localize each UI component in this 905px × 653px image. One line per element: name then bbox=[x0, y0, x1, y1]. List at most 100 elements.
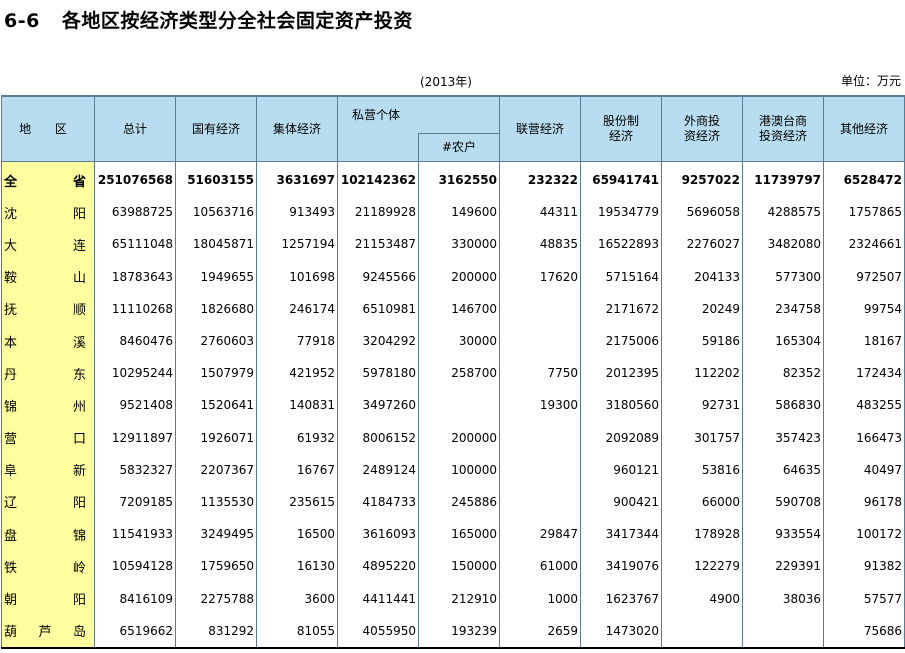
value-cell: 2489124 bbox=[337, 453, 419, 486]
value-cell: 92731 bbox=[661, 389, 743, 422]
value-cell: 5715164 bbox=[580, 260, 662, 293]
value-cell: 4900 bbox=[661, 582, 743, 615]
value-cell: 61932 bbox=[256, 421, 338, 454]
header-region: 地 区 bbox=[1, 95, 95, 162]
value-cell: 258700 bbox=[417, 357, 500, 390]
value-cell: 590708 bbox=[742, 485, 824, 519]
value-cell bbox=[742, 614, 824, 649]
region-cell: 全省 bbox=[1, 161, 95, 197]
value-cell bbox=[661, 614, 743, 649]
value-cell: 57577 bbox=[823, 582, 905, 615]
region-cell: 辽阳 bbox=[1, 485, 95, 519]
year-label: (2013年) bbox=[420, 75, 472, 89]
value-cell: 7750 bbox=[499, 357, 581, 390]
value-cell: 1926071 bbox=[175, 421, 257, 454]
value-cell: 4055950 bbox=[337, 614, 419, 649]
table-number: 6-6 bbox=[4, 10, 40, 32]
value-cell: 1520641 bbox=[175, 389, 257, 422]
value-cell: 61000 bbox=[499, 550, 581, 583]
value-cell: 9257022 bbox=[661, 161, 743, 197]
value-cell: 16767 bbox=[256, 453, 338, 486]
value-cell: 193239 bbox=[417, 614, 500, 649]
table-title: 各地区按经济类型分全社会固定资产投资 bbox=[61, 10, 413, 32]
value-cell: 5832327 bbox=[94, 453, 176, 486]
value-cell: 6528472 bbox=[823, 161, 905, 197]
value-cell: 3600 bbox=[256, 582, 338, 615]
value-cell bbox=[499, 421, 581, 454]
value-cell: 234758 bbox=[742, 292, 824, 325]
value-cell: 2207367 bbox=[175, 453, 257, 486]
value-cell: 2324661 bbox=[823, 228, 905, 261]
header-state: 国有经济 bbox=[175, 95, 257, 162]
value-cell: 1135530 bbox=[175, 485, 257, 519]
value-cell: 4184733 bbox=[337, 485, 419, 519]
value-cell: 577300 bbox=[742, 260, 824, 293]
value-cell: 212910 bbox=[417, 582, 500, 615]
value-cell: 2659 bbox=[499, 614, 581, 649]
value-cell: 4895220 bbox=[337, 550, 419, 583]
value-cell: 972507 bbox=[823, 260, 905, 293]
value-cell: 96178 bbox=[823, 485, 905, 519]
value-cell: 357423 bbox=[742, 421, 824, 454]
value-cell: 17620 bbox=[499, 260, 581, 293]
region-cell: 葫芦岛 bbox=[1, 614, 95, 649]
value-cell: 165000 bbox=[417, 518, 500, 551]
value-cell: 2276027 bbox=[661, 228, 743, 261]
header-shareholding-line1: 股份制 bbox=[603, 114, 640, 128]
value-cell: 40497 bbox=[823, 453, 905, 486]
value-cell: 1949655 bbox=[175, 260, 257, 293]
value-cell: 1507979 bbox=[175, 357, 257, 390]
value-cell: 65111048 bbox=[94, 228, 176, 261]
table-body: 全省 251076568 51603155 3631697 102142362 31625… bbox=[1, 161, 905, 649]
value-cell: 100172 bbox=[823, 518, 905, 551]
value-cell: 200000 bbox=[417, 260, 500, 293]
value-cell: 3204292 bbox=[337, 324, 419, 358]
value-cell: 112202 bbox=[661, 357, 743, 390]
value-cell: 166473 bbox=[823, 421, 905, 454]
header-other: 其他经济 bbox=[823, 95, 905, 162]
value-cell: 1757865 bbox=[823, 196, 905, 229]
value-cell: 82352 bbox=[742, 357, 824, 390]
value-cell: 99754 bbox=[823, 292, 905, 325]
value-cell: 204133 bbox=[661, 260, 743, 293]
region-cell: 本溪 bbox=[1, 324, 95, 358]
value-cell: 122279 bbox=[661, 550, 743, 583]
value-cell: 933554 bbox=[742, 518, 824, 551]
table-row: 铁岭 10594128 1759650 16130 4895220 150000 61000… bbox=[1, 550, 905, 583]
table-row: 葫芦岛 6519662 831292 81055 4055950 193239 2659 14… bbox=[1, 614, 905, 649]
value-cell: 200000 bbox=[417, 421, 500, 454]
value-cell: 1473020 bbox=[580, 614, 662, 649]
value-cell: 1623767 bbox=[580, 582, 662, 615]
value-cell: 10563716 bbox=[175, 196, 257, 229]
value-cell: 330000 bbox=[417, 228, 500, 261]
value-cell: 3417344 bbox=[580, 518, 662, 551]
value-cell: 6519662 bbox=[94, 614, 176, 649]
table-row: 阜新 5832327 2207367 16767 2489124 100000 960121… bbox=[1, 453, 905, 486]
table-row: 辽阳 7209185 1135530 235615 4184733 245886 90042… bbox=[1, 485, 905, 519]
value-cell: 165304 bbox=[742, 324, 824, 358]
value-cell: 10594128 bbox=[94, 550, 176, 583]
value-cell: 53816 bbox=[661, 453, 743, 486]
value-cell: 16500 bbox=[256, 518, 338, 551]
value-cell: 18045871 bbox=[175, 228, 257, 261]
value-cell bbox=[499, 292, 581, 325]
value-cell: 2171672 bbox=[580, 292, 662, 325]
value-cell: 16130 bbox=[256, 550, 338, 583]
value-cell: 913493 bbox=[256, 196, 338, 229]
region-cell: 大连 bbox=[1, 228, 95, 261]
header-hkmt-line2: 投资经济 bbox=[759, 129, 808, 143]
value-cell: 91382 bbox=[823, 550, 905, 583]
value-cell: 63988725 bbox=[94, 196, 176, 229]
value-cell: 178928 bbox=[661, 518, 743, 551]
value-cell: 21189928 bbox=[337, 196, 419, 229]
value-cell bbox=[499, 324, 581, 358]
value-cell: 8416109 bbox=[94, 582, 176, 615]
region-cell: 盘锦 bbox=[1, 518, 95, 551]
value-cell: 251076568 bbox=[94, 161, 176, 197]
value-cell bbox=[499, 485, 581, 519]
value-cell: 59186 bbox=[661, 324, 743, 358]
table-row: 沈阳 63988725 10563716 913493 21189928 149600 44… bbox=[1, 196, 905, 229]
header-shareholding: 股份制 经济 bbox=[580, 95, 663, 162]
table-row: 鞍山 18783643 1949655 101698 9245566 200000 1762… bbox=[1, 260, 905, 293]
region-cell: 营口 bbox=[1, 421, 95, 454]
